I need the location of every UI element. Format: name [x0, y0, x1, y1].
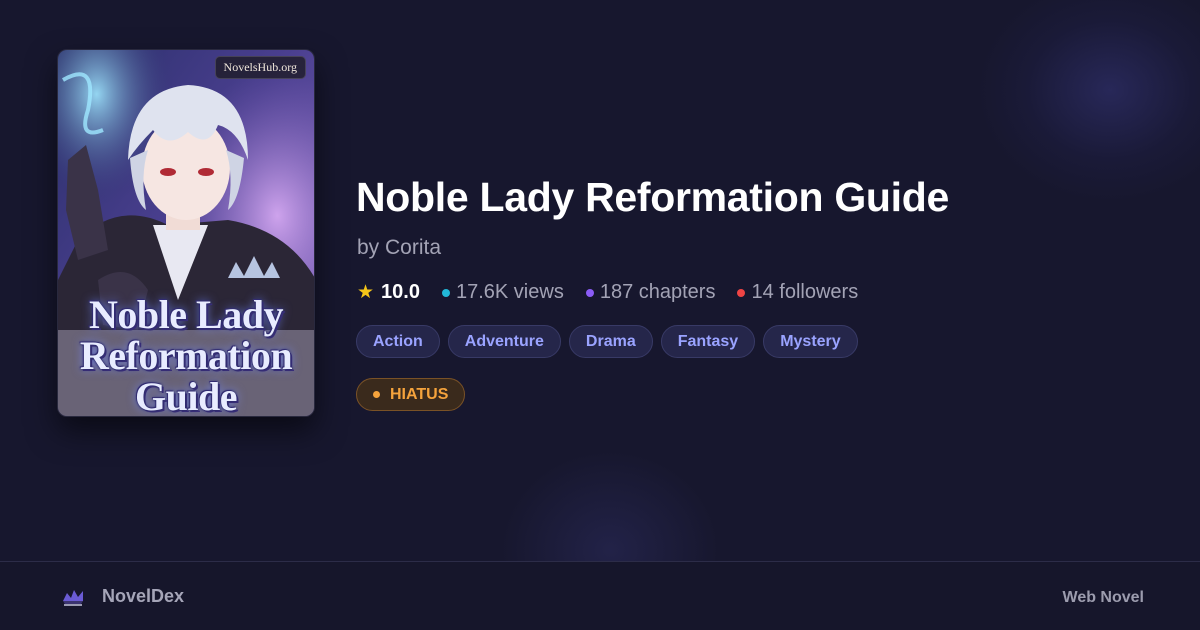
novel-title[interactable]: Noble Lady Reformation Guide: [356, 174, 949, 221]
novel-type-label: Web Novel: [1062, 589, 1145, 606]
genre-tag[interactable]: Action: [356, 325, 440, 358]
followers-value: 14 followers: [751, 281, 859, 303]
noveldex-logo-icon[interactable]: [61, 585, 85, 607]
novel-cover-image[interactable]: NovelsHub.org Noble Lady Reformation Gui…: [57, 49, 315, 417]
novel-author[interactable]: by Corita: [357, 236, 441, 260]
footer-bar: NovelDex Web Novel: [0, 561, 1200, 630]
status-badge: HIATUS: [356, 378, 466, 411]
purple-dot-icon: [585, 288, 594, 297]
genre-tag[interactable]: Mystery: [763, 325, 858, 358]
genre-tags: Action Adventure Drama Fantasy Mystery: [356, 325, 866, 358]
brand-name[interactable]: NovelDex: [102, 586, 184, 607]
rating-value: 10.0: [381, 281, 420, 303]
chapters-stat: 187 chapters: [585, 281, 716, 304]
background-glow-top-right: [980, 0, 1200, 200]
status-label: HIATUS: [390, 385, 449, 403]
genre-tag[interactable]: Fantasy: [660, 325, 756, 358]
cover-title-text: Noble Lady Reformation Guide: [79, 292, 293, 417]
chapters-value: 187 chapters: [599, 281, 716, 303]
views-value: 17.6K views: [455, 281, 564, 303]
genre-tag[interactable]: Drama: [568, 325, 653, 358]
rating-stat: ★ 10.0: [357, 281, 420, 304]
status-dot-icon: [373, 391, 380, 398]
genre-tag[interactable]: Adventure: [447, 325, 561, 358]
followers-stat: 14 followers: [737, 281, 858, 304]
novel-stats: ★ 10.0 17.6K views 187 chapters 14 follo…: [357, 281, 880, 304]
red-dot-icon: [737, 288, 746, 297]
star-icon: ★: [357, 282, 375, 303]
views-stat: 17.6K views: [441, 281, 564, 304]
cover-watermark: NovelsHub.org: [214, 56, 306, 79]
cyan-dot-icon: [441, 288, 450, 297]
